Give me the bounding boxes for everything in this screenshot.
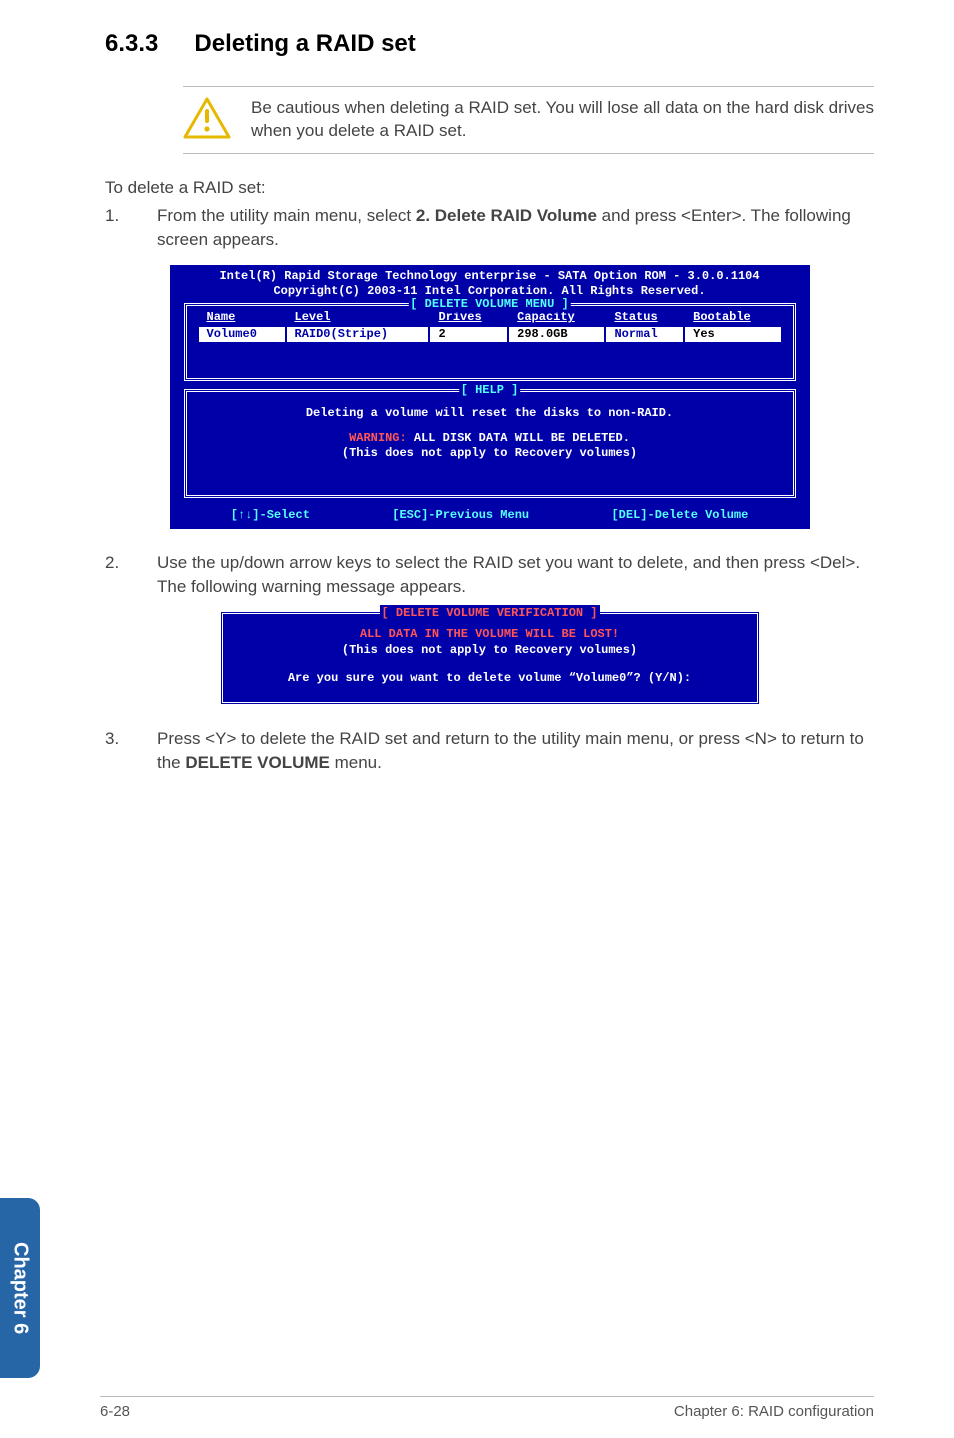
col-level: Level bbox=[287, 310, 429, 325]
key-esc: [ESC]-Previous Menu bbox=[392, 508, 529, 523]
step-body: Press <Y> to delete the RAID set and ret… bbox=[157, 727, 874, 775]
step-2: 2. Use the up/down arrow keys to select … bbox=[105, 551, 874, 599]
caution-text: Be cautious when deleting a RAID set. Yo… bbox=[251, 97, 874, 143]
step-body: From the utility main menu, select 2. De… bbox=[157, 204, 874, 252]
confirm-note: (This does not apply to Recovery volumes… bbox=[239, 642, 741, 658]
intro-text: To delete a RAID set: bbox=[105, 178, 874, 198]
step-text-bold: 2. Delete RAID Volume bbox=[416, 206, 597, 225]
cell-name: Volume0 bbox=[199, 327, 285, 342]
bios-footer-keys: [↑↓]-Select [ESC]-Previous Menu [DEL]-De… bbox=[170, 506, 810, 529]
confirm-prompt: Are you sure you want to delete volume “… bbox=[239, 670, 741, 686]
bios-volume-table: Name Level Drives Capacity Status Bootab… bbox=[197, 308, 783, 344]
footer-page-number: 6-28 bbox=[100, 1403, 130, 1420]
col-capacity: Capacity bbox=[509, 310, 604, 325]
caution-block: Be cautious when deleting a RAID set. Yo… bbox=[183, 86, 874, 154]
cell-level: RAID0(Stripe) bbox=[287, 327, 429, 342]
help-line-1: Deleting a volume will reset the disks t… bbox=[197, 406, 783, 421]
help-line-3: (This does not apply to Recovery volumes… bbox=[197, 446, 783, 461]
table-row[interactable]: Volume0 RAID0(Stripe) 2 298.0GB Normal Y… bbox=[199, 327, 781, 342]
step-body: Use the up/down arrow keys to select the… bbox=[157, 551, 874, 599]
bios-menu-panel: [ DELETE VOLUME MENU ] Name Level Drives… bbox=[184, 303, 796, 381]
step-number: 3. bbox=[105, 727, 123, 775]
col-bootable: Bootable bbox=[685, 310, 780, 325]
section-heading: 6.3.3 Deleting a RAID set bbox=[105, 30, 874, 58]
col-name: Name bbox=[199, 310, 285, 325]
col-status: Status bbox=[606, 310, 683, 325]
col-drives: Drives bbox=[430, 310, 507, 325]
heading-title: Deleting a RAID set bbox=[194, 30, 415, 58]
help-warning-rest: ALL DISK DATA WILL BE DELETED. bbox=[407, 431, 630, 445]
step-number: 1. bbox=[105, 204, 123, 252]
bios-confirm-dialog: [ DELETE VOLUME VERIFICATION ] ALL DATA … bbox=[220, 611, 760, 705]
chapter-tab: Chapter 6 bbox=[0, 1198, 40, 1378]
help-warning-line: WARNING: ALL DISK DATA WILL BE DELETED. bbox=[197, 431, 783, 446]
page-footer: 6-28 Chapter 6: RAID configuration bbox=[100, 1396, 874, 1420]
key-select: [↑↓]-Select bbox=[231, 508, 310, 523]
bios-help-title: [ HELP ] bbox=[459, 383, 521, 398]
confirm-title: [ DELETE VOLUME VERIFICATION ] bbox=[379, 605, 599, 621]
cell-drives: 2 bbox=[430, 327, 507, 342]
bios-menu-title: [ DELETE VOLUME MENU ] bbox=[408, 297, 570, 312]
caution-icon bbox=[183, 97, 231, 141]
bios-help-panel: [ HELP ] Deleting a volume will reset th… bbox=[184, 389, 796, 498]
step-3: 3. Press <Y> to delete the RAID set and … bbox=[105, 727, 874, 775]
footer-chapter-title: Chapter 6: RAID configuration bbox=[674, 1403, 874, 1420]
cell-status: Normal bbox=[606, 327, 683, 342]
step-1: 1. From the utility main menu, select 2.… bbox=[105, 204, 874, 252]
heading-number: 6.3.3 bbox=[105, 30, 158, 58]
help-warning-prefix: WARNING: bbox=[349, 431, 407, 445]
bios-delete-volume-screen: Intel(R) Rapid Storage Technology enterp… bbox=[170, 265, 810, 529]
step-text-pre: From the utility main menu, select bbox=[157, 206, 416, 225]
step-text-bold: DELETE VOLUME bbox=[185, 753, 330, 772]
key-del: [DEL]-Delete Volume bbox=[611, 508, 748, 523]
cell-capacity: 298.0GB bbox=[509, 327, 604, 342]
confirm-warning: ALL DATA IN THE VOLUME WILL BE LOST! bbox=[239, 626, 741, 642]
cell-bootable: Yes bbox=[685, 327, 780, 342]
step-number: 2. bbox=[105, 551, 123, 599]
bios-header-line1: Intel(R) Rapid Storage Technology enterp… bbox=[170, 269, 810, 284]
step-text-post: menu. bbox=[330, 753, 382, 772]
